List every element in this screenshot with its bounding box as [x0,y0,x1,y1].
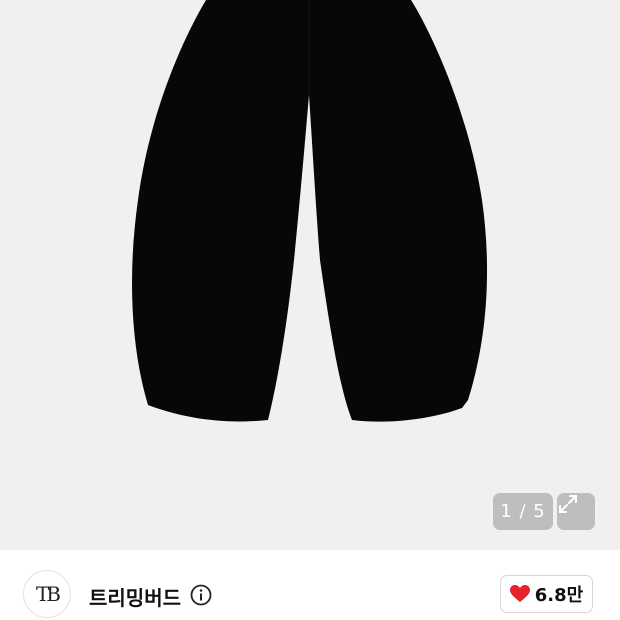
seller-avatar-logo: TB [35,582,61,606]
product-image-carousel[interactable]: 1 / 5 [0,0,620,550]
info-icon[interactable] [190,584,212,606]
page-counter-text: 1 / 5 [500,501,546,522]
image-page-counter: 1 / 5 [493,493,553,530]
product-photo-pants [132,0,488,422]
pants-shape [132,0,488,422]
expand-image-button[interactable] [557,493,595,530]
like-button[interactable]: 6.8만 [500,575,593,613]
seller-avatar[interactable]: TB [23,570,71,618]
like-count: 6.8만 [534,585,584,606]
heart-icon [509,585,530,602]
product-detail-screen: 1 / 5 TB 트리밍버드 6.8만 [0,0,620,620]
seller-bar: TB 트리밍버드 6.8만 [0,550,620,620]
expand-arrows-icon [559,495,577,513]
seller-name[interactable]: 트리밍버드 [89,582,181,611]
